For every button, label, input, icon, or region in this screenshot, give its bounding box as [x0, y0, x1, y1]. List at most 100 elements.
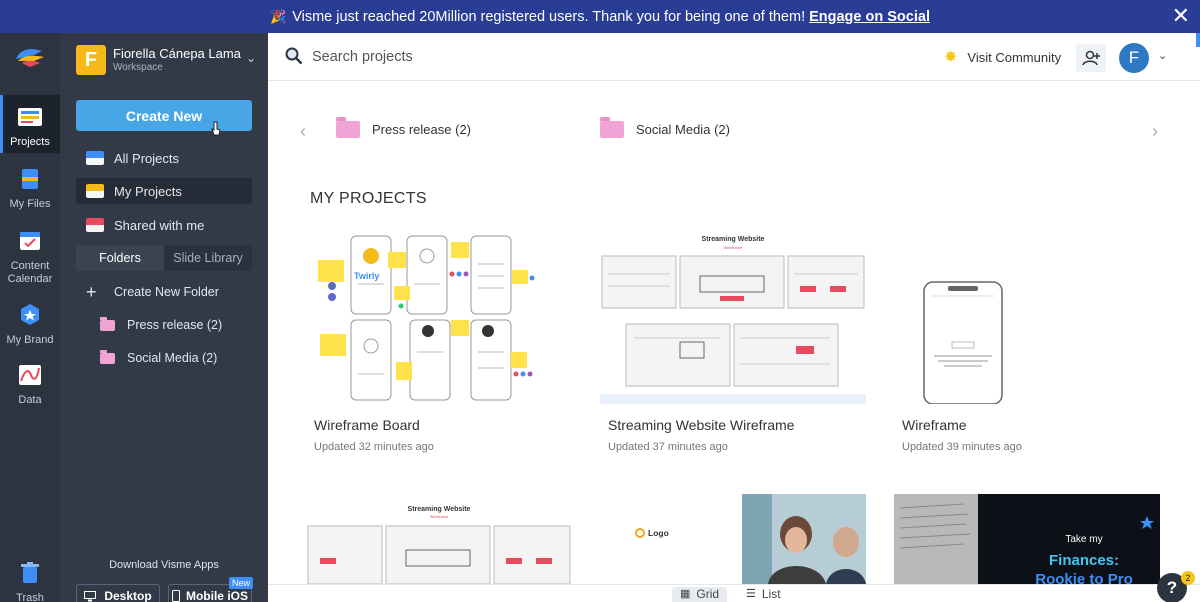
create-folder-button[interactable]: + Create New Folder	[76, 280, 252, 304]
grid-icon: ▦	[680, 588, 691, 600]
rail-data-label: Data	[18, 394, 42, 406]
plus-icon: +	[86, 281, 97, 302]
workspace-owner-name: Fiorella Cánepa Lama	[113, 46, 241, 61]
rail-trash[interactable]: Trash	[0, 561, 60, 602]
thumb-title-text: Streaming Website	[408, 506, 471, 513]
my-projects-icon	[86, 184, 104, 198]
project-title[interactable]: Wireframe Board	[314, 417, 420, 433]
project-card-streaming-website[interactable]: Streaming Website Wireframe Streaming We…	[600, 234, 866, 464]
streaming-website-thumbnail: Streaming Website Wireframe	[307, 506, 571, 584]
grid-view-button[interactable]: ▦ Grid	[672, 587, 728, 602]
project-card-wireframe-board[interactable]: Twirly Wireframe Board Updated 32 minute…	[306, 234, 572, 464]
wireframe-board-thumbnail: Twirly	[318, 235, 535, 401]
trash-icon	[21, 562, 39, 583]
mobile-ios-button[interactable]: Mobile iOS New	[168, 577, 253, 602]
nav-shared-label: Shared with me	[114, 217, 205, 233]
folder-card-count: (2)	[455, 122, 471, 137]
calendar-icon	[20, 232, 40, 250]
thumb-title-text: Streaming Website	[702, 236, 765, 243]
user-avatar[interactable]: F	[1119, 43, 1149, 73]
project-card-finances[interactable]: Take my Finances: Rookie to Pro	[894, 494, 1160, 584]
close-icon[interactable]: ✕	[1172, 4, 1190, 28]
add-user-icon	[1082, 50, 1100, 66]
folder-icon	[100, 316, 115, 331]
thumb-subtitle-text: Wireframe	[724, 245, 743, 250]
nav-my-projects[interactable]: My Projects	[76, 178, 252, 204]
project-thumbnail: Streaming Website Wireframe	[600, 234, 866, 404]
folder-icon	[600, 117, 624, 138]
top-bar: ✸ Visit Community F ⌄	[268, 33, 1200, 81]
chevron-left-icon[interactable]: ‹	[300, 121, 306, 142]
engage-social-link[interactable]: Engage on Social	[809, 9, 930, 25]
streaming-website-thumbnail: Streaming Website Wireframe	[600, 234, 866, 404]
sidebar-tabs: Folders Slide Library	[76, 245, 252, 271]
thumb-text-line-3: Rookie to Pro	[1035, 571, 1133, 584]
folder-card-social-media[interactable]: Social Media (2)	[600, 117, 730, 138]
create-folder-label: Create New Folder	[114, 285, 219, 299]
folders-carousel: ‹ Press release (2) Social Media (2) ›	[268, 113, 1200, 153]
rail-data[interactable]: Data	[0, 363, 60, 406]
create-new-button[interactable]: Create New	[76, 100, 252, 131]
visit-community-link[interactable]: ✸ Visit Community	[944, 47, 1061, 67]
chevron-down-icon[interactable]: ⌄	[1158, 49, 1167, 62]
rail-calendar[interactable]: Content Calendar	[0, 229, 60, 286]
cursor-pointer-icon	[211, 121, 221, 136]
rail-calendar-label: Content Calendar	[7, 260, 53, 285]
view-switcher: ▦ Grid ☰ List	[268, 584, 1200, 602]
thumb-text-line-2: Finances:	[1049, 552, 1119, 569]
folder-label: Social Media (2)	[127, 351, 218, 365]
rail-projects[interactable]: Projects	[0, 95, 60, 153]
thumb-text-line-1: Take my	[1065, 534, 1102, 545]
folder-social-media[interactable]: Social Media (2)	[76, 346, 252, 370]
project-card-streaming-website-copy[interactable]: Streaming Website Wireframe	[306, 494, 572, 584]
rail-trash-label: Trash	[16, 592, 44, 602]
monitor-icon	[84, 590, 97, 601]
rail-files[interactable]: My Files	[0, 167, 60, 210]
announcement-banner: 🎉 Visme just reached 20Million registere…	[0, 0, 1200, 33]
visit-community-label: Visit Community	[967, 49, 1062, 65]
mobile-label: Mobile iOS	[185, 589, 248, 602]
thumb-logo-text: Logo	[648, 528, 669, 538]
workspace-switcher[interactable]: F Fiorella Cánepa Lama Workspace ⌄	[76, 45, 256, 75]
tab-folders[interactable]: Folders	[76, 245, 164, 271]
nav-shared[interactable]: Shared with me	[76, 212, 252, 238]
project-updated: Updated 37 minutes ago	[608, 441, 728, 453]
all-projects-icon	[86, 151, 104, 165]
party-icon: 🎉	[270, 8, 287, 24]
projects-sidebar: F Fiorella Cánepa Lama Workspace ⌄ Creat…	[60, 33, 268, 602]
grid-label: Grid	[696, 587, 720, 601]
folder-card-press-release[interactable]: Press release (2)	[336, 117, 471, 138]
folder-press-release[interactable]: Press release (2)	[76, 313, 252, 337]
rail-brand[interactable]: My Brand	[0, 303, 60, 346]
folder-card-label: Press release	[372, 122, 452, 137]
tab-slide-library[interactable]: Slide Library	[164, 245, 252, 271]
search-input[interactable]	[312, 45, 612, 69]
folder-card-label: Social Media	[636, 122, 711, 137]
project-thumbnail	[894, 234, 1160, 404]
nav-all-projects-label: All Projects	[114, 150, 180, 166]
project-thumbnail: Streaming Website Wireframe	[306, 494, 572, 584]
chevron-right-icon[interactable]: ›	[1152, 121, 1158, 142]
project-card-logo[interactable]: Logo	[600, 494, 866, 584]
project-updated: Updated 32 minutes ago	[314, 441, 434, 453]
thumb-brand-text: Twirly	[354, 271, 379, 281]
scrollbar[interactable]	[1196, 33, 1200, 47]
new-badge: New	[228, 577, 253, 589]
nav-all-projects[interactable]: All Projects	[76, 145, 252, 171]
section-title: MY PROJECTS	[310, 190, 427, 207]
list-view-button[interactable]: ☰ List	[738, 587, 789, 602]
chevron-down-icon: ⌄	[245, 51, 256, 65]
finances-thumbnail: Take my Finances: Rookie to Pro	[894, 494, 1160, 584]
invite-user-button[interactable]	[1076, 44, 1106, 72]
thumb-subtitle-text: Wireframe	[430, 514, 449, 519]
project-title[interactable]: Wireframe	[902, 417, 967, 433]
folder-card-count: (2)	[714, 122, 730, 137]
project-updated: Updated 39 minutes ago	[902, 441, 1022, 453]
visme-logo-icon[interactable]	[14, 45, 46, 69]
projects-icon	[18, 108, 42, 126]
rail-files-label: My Files	[9, 198, 51, 210]
desktop-app-button[interactable]: Desktop	[76, 584, 160, 602]
nav-my-projects-label: My Projects	[114, 183, 182, 199]
project-card-wireframe[interactable]: Wireframe Updated 39 minutes ago	[894, 234, 1160, 464]
project-title[interactable]: Streaming Website Wireframe	[608, 417, 794, 433]
